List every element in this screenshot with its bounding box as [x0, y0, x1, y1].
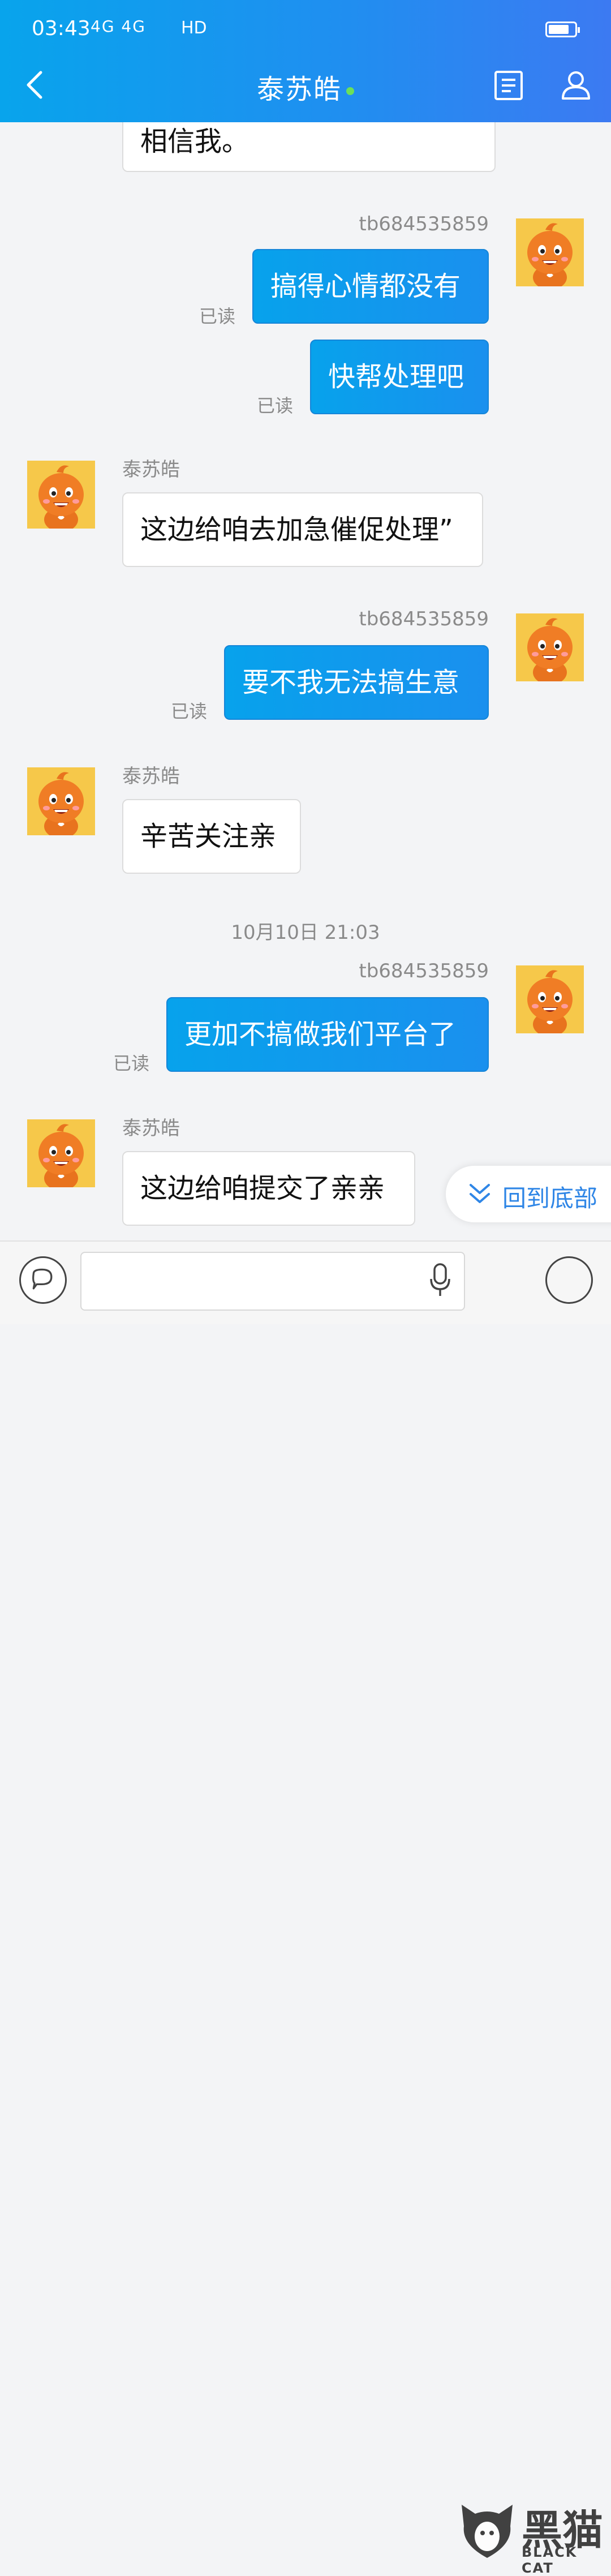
scroll-to-bottom-label: 回到底部 [502, 1184, 598, 1212]
message-bubble: 快帮处理吧 [310, 340, 489, 414]
watermark-text-en: BLACK CAT [522, 2544, 578, 2576]
message-bubble: 这边给咱去加急催促处理” [122, 492, 483, 567]
contact-name: 泰苏皓 [256, 74, 342, 105]
read-status: 已读 [257, 395, 294, 417]
status-time: 03:43 [32, 17, 91, 40]
app-bar: 03:43 4G 4G HD 泰苏皓 [0, 0, 611, 122]
scroll-to-bottom-button[interactable]: 回到底部 [446, 1166, 611, 1222]
hd-indicator: HD [181, 18, 207, 38]
sender-name: 泰苏皓 [122, 765, 180, 788]
avatar[interactable] [27, 767, 95, 835]
sender-name: tb684535859 [359, 213, 489, 235]
message-text: 辛苦关注亲 [140, 821, 277, 852]
speech-bubble-icon [32, 1268, 53, 1290]
battery-icon [545, 22, 580, 37]
message-text: 快帮处理吧 [328, 361, 464, 393]
mascot-avatar-icon [516, 965, 584, 1033]
microphone-icon[interactable] [429, 1262, 451, 1298]
message-input[interactable] [80, 1252, 465, 1311]
avatar[interactable] [27, 461, 95, 529]
message-text: 搞得心情都没有 [270, 271, 461, 302]
message-text: 相信我。 [140, 126, 249, 157]
message-text: 这边给咱去加急催促处理” [140, 514, 453, 546]
message-bubble: 辛苦关注亲 [122, 799, 301, 874]
sender-name: tb684535859 [359, 960, 489, 982]
mascot-avatar-icon [516, 218, 584, 286]
status-bar: 03:43 4G 4G HD [0, 0, 611, 48]
message-text: 更加不搞做我们平台了 [184, 1019, 457, 1050]
message-text: 要不我无法搞生意 [242, 667, 460, 698]
mascot-avatar-icon [516, 613, 584, 681]
avatar[interactable] [516, 965, 584, 1033]
read-status: 已读 [113, 1053, 150, 1074]
sender-name: 泰苏皓 [122, 458, 180, 481]
mascot-avatar-icon [27, 1119, 95, 1187]
title-bar: 泰苏皓 [0, 48, 611, 122]
message-bubble: 搞得心情都没有 [252, 249, 489, 324]
read-status: 已读 [199, 306, 236, 327]
online-status-dot [346, 87, 354, 95]
message-bubble: 相信我。 [122, 122, 496, 172]
mascot-avatar-icon [27, 767, 95, 835]
more-options-icon[interactable] [545, 1256, 593, 1304]
read-status: 已读 [171, 701, 208, 722]
message-bubble: 更加不搞做我们平台了 [166, 997, 489, 1072]
double-chevron-down-icon [470, 1184, 490, 1203]
avatar[interactable] [516, 218, 584, 286]
profile-icon[interactable] [560, 69, 592, 101]
timestamp: 10月10日 21:03 [231, 921, 380, 944]
avatar[interactable] [27, 1119, 95, 1187]
avatar[interactable] [516, 613, 584, 681]
message-text: 这边给咱提交了亲亲 [140, 1173, 385, 1204]
mascot-avatar-icon [27, 461, 95, 529]
quick-reply-icon[interactable] [19, 1256, 67, 1304]
message-bubble: 这边给咱提交了亲亲 [122, 1151, 415, 1226]
sender-name: 泰苏皓 [122, 1117, 180, 1140]
message-list[interactable]: 相信我。 tb684535859 已读 搞得心情都没有 已读 快帮处理吧 泰苏皓… [0, 122, 611, 1240]
order-document-icon[interactable] [493, 70, 524, 101]
signal-indicator: 4G 4G [91, 17, 146, 36]
battery-level [549, 25, 569, 34]
watermark-logo: 黑猫 BLACK CAT [456, 2497, 609, 2576]
message-bubble: 要不我无法搞生意 [224, 645, 489, 720]
composer-bar: 黑猫 BLACK CAT [0, 1240, 611, 2576]
black-cat-logo-icon [462, 2505, 513, 2558]
sender-name: tb684535859 [359, 608, 489, 630]
